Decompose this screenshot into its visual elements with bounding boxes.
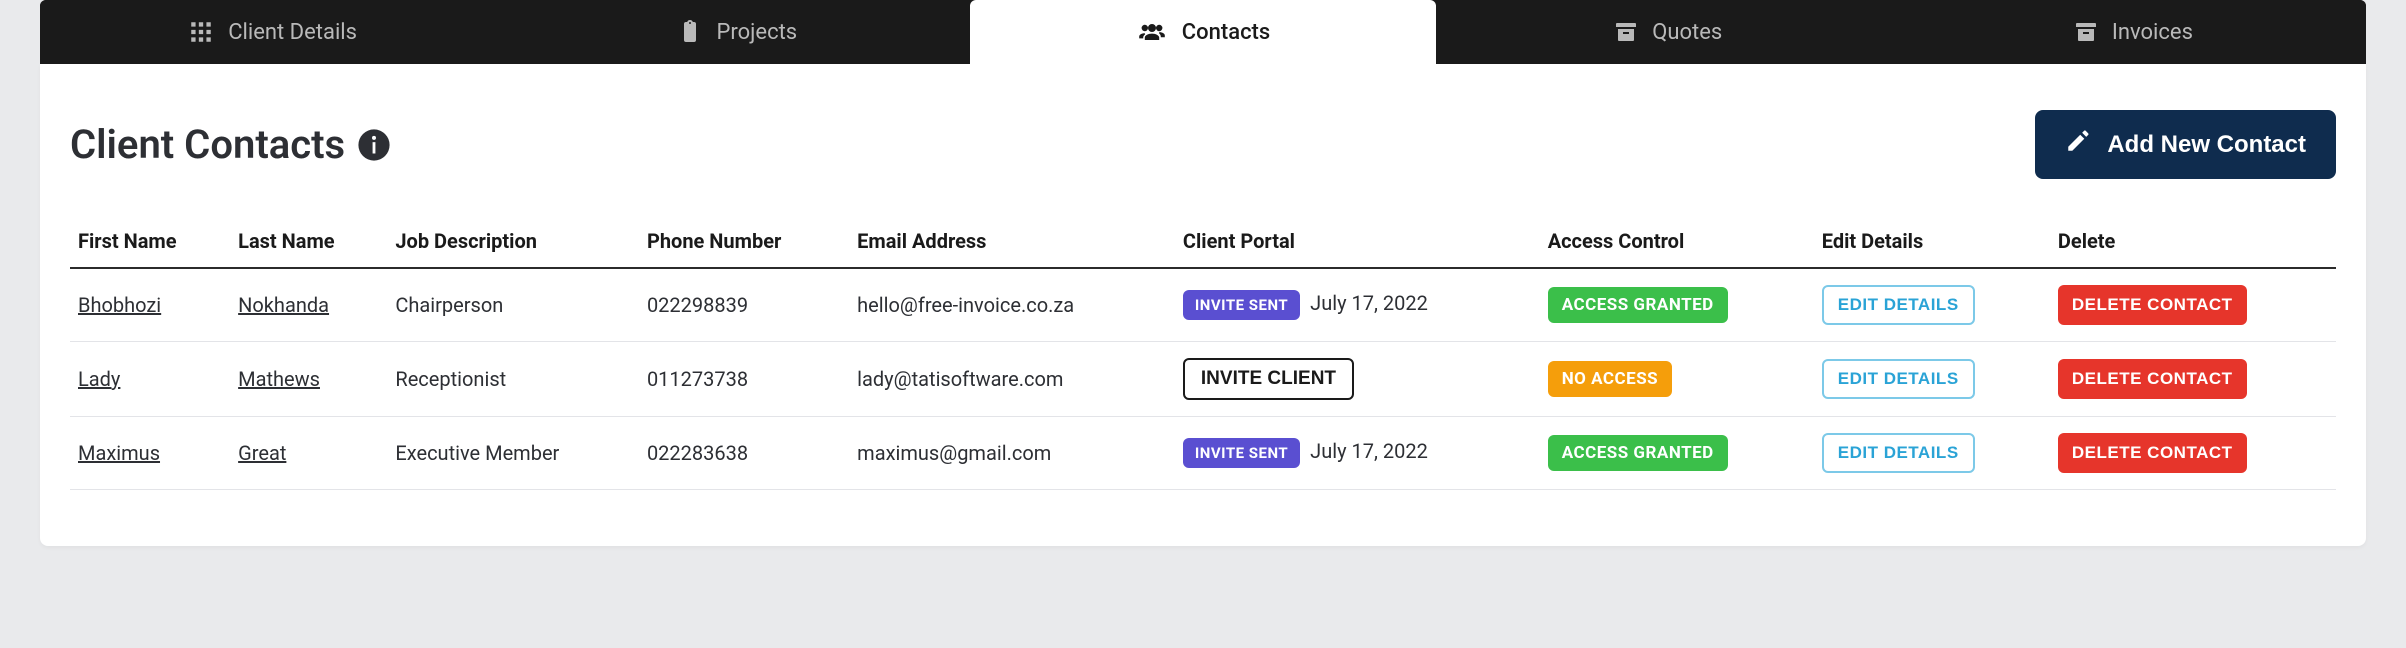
tab-quotes[interactable]: Quotes: [1436, 0, 1901, 64]
access-granted-badge: ACCESS GRANTED: [1548, 435, 1728, 471]
page-title: Client Contacts: [70, 121, 391, 168]
tab-invoices[interactable]: Invoices: [1901, 0, 2366, 64]
tab-label: Invoices: [2112, 20, 2193, 45]
tab-label: Contacts: [1182, 20, 1270, 45]
invite-client-button[interactable]: INVITE CLIENT: [1183, 358, 1354, 400]
heading-row: Client Contacts Add New Contact: [70, 110, 2336, 219]
edit-square-icon: [2065, 128, 2091, 161]
delete-contact-button[interactable]: DELETE CONTACT: [2058, 433, 2247, 473]
access-control-cell: ACCESS GRANTED: [1540, 417, 1814, 490]
invite-date: July 17, 2022: [1310, 291, 1428, 315]
edit-details-button[interactable]: EDIT DETAILS: [1822, 433, 1975, 473]
edit-details-button[interactable]: EDIT DETAILS: [1822, 285, 1975, 325]
phone-number: 022298839: [639, 268, 849, 342]
table-header-row: First Name Last Name Job Description Pho…: [70, 219, 2336, 268]
first-name-link[interactable]: Bhobhozi: [78, 293, 161, 317]
contacts-table: First Name Last Name Job Description Pho…: [70, 219, 2336, 490]
job-description: Chairperson: [387, 268, 639, 342]
tab-label: Client Details: [228, 20, 357, 45]
tab-client-details[interactable]: Client Details: [40, 0, 505, 64]
job-description: Executive Member: [387, 417, 639, 490]
table-row: Bhobhozi Nokhanda Chairperson022298839hell…: [70, 268, 2336, 342]
delete-contact-button[interactable]: DELETE CONTACT: [2058, 285, 2247, 325]
invite-date: July 17, 2022: [1310, 439, 1428, 463]
first-name-link[interactable]: Maximus: [78, 441, 160, 465]
content-panel: Client Contacts Add New Contact First Na…: [40, 64, 2366, 546]
tab-label: Quotes: [1652, 20, 1722, 45]
col-access-control: Access Control: [1540, 219, 1814, 268]
archive-icon: [2074, 20, 2098, 44]
access-granted-badge: ACCESS GRANTED: [1548, 287, 1728, 323]
col-last-name: Last Name: [230, 219, 387, 268]
access-control-cell: ACCESS GRANTED: [1540, 268, 1814, 342]
tab-bar: Client Details Projects Contacts Quotes …: [40, 0, 2366, 64]
email-address: maximus@gmail.com: [849, 417, 1175, 490]
archive-icon: [1614, 20, 1638, 44]
col-first-name: First Name: [70, 219, 230, 268]
tab-contacts[interactable]: Contacts: [970, 0, 1435, 64]
col-client-portal: Client Portal: [1175, 219, 1540, 268]
table-row: Maximus Great Executive Member022283638max…: [70, 417, 2336, 490]
tab-projects[interactable]: Projects: [505, 0, 970, 64]
last-name-link[interactable]: Great: [238, 441, 286, 465]
tab-label: Projects: [716, 20, 797, 45]
last-name-link[interactable]: Nokhanda: [238, 293, 329, 317]
info-icon[interactable]: [357, 128, 391, 162]
col-delete: Delete: [2050, 219, 2336, 268]
first-name-link[interactable]: Lady: [78, 367, 120, 391]
users-icon: [1136, 19, 1168, 45]
clipboard-icon: [678, 19, 702, 45]
job-description: Receptionist: [387, 342, 639, 417]
access-control-cell: NO ACCESS: [1540, 342, 1814, 417]
col-phone-number: Phone Number: [639, 219, 849, 268]
no-access-badge: NO ACCESS: [1548, 361, 1672, 397]
phone-number: 022283638: [639, 417, 849, 490]
invite-sent-badge: INVITE SENT: [1183, 290, 1300, 320]
page-title-text: Client Contacts: [70, 121, 345, 168]
col-job-description: Job Description: [387, 219, 639, 268]
add-button-label: Add New Contact: [2107, 131, 2306, 159]
client-portal-cell: INVITE SENT July 17, 2022: [1175, 417, 1540, 490]
client-portal-cell: INVITE CLIENT: [1175, 342, 1540, 417]
email-address: lady@tatisoftware.com: [849, 342, 1175, 417]
client-card: Client Details Projects Contacts Quotes …: [40, 0, 2366, 546]
invite-sent-badge: INVITE SENT: [1183, 438, 1300, 468]
add-new-contact-button[interactable]: Add New Contact: [2035, 110, 2336, 179]
client-portal-cell: INVITE SENT July 17, 2022: [1175, 268, 1540, 342]
edit-details-button[interactable]: EDIT DETAILS: [1822, 359, 1975, 399]
delete-contact-button[interactable]: DELETE CONTACT: [2058, 359, 2247, 399]
col-email-address: Email Address: [849, 219, 1175, 268]
table-row: Lady Mathews Receptionist011273738lady@tat…: [70, 342, 2336, 417]
grid-icon: [188, 19, 214, 45]
phone-number: 011273738: [639, 342, 849, 417]
col-edit-details: Edit Details: [1814, 219, 2050, 268]
last-name-link[interactable]: Mathews: [238, 367, 320, 391]
email-address: hello@free-invoice.co.za: [849, 268, 1175, 342]
